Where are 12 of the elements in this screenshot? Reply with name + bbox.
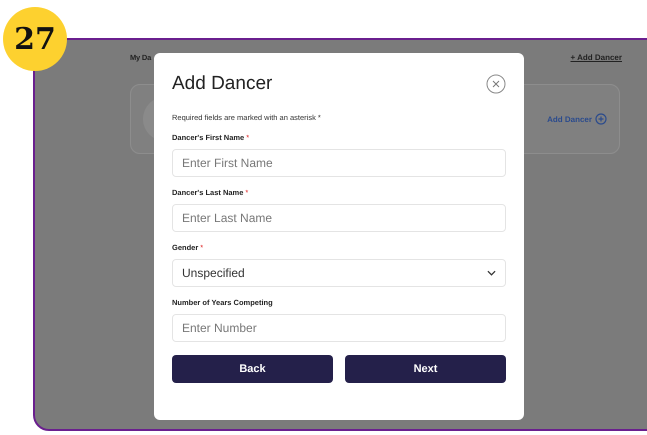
next-button[interactable]: Next <box>345 355 506 383</box>
select-field[interactable]: Unspecified <box>172 259 506 287</box>
number-badge: 27 <box>3 7 67 71</box>
dialog-title: Add Dancer <box>172 73 272 95</box>
chevron-down-icon <box>487 270 496 276</box>
input-field[interactable]: Enter Number <box>172 314 506 342</box>
add-dancer-link[interactable]: + Add Dancer <box>570 53 622 62</box>
input-field[interactable]: Enter First Name <box>172 149 506 177</box>
plus-circle-icon[interactable] <box>595 113 607 125</box>
close-icon[interactable] <box>486 74 506 94</box>
input-field[interactable]: Enter Last Name <box>172 204 506 232</box>
back-button[interactable]: Back <box>172 355 333 383</box>
